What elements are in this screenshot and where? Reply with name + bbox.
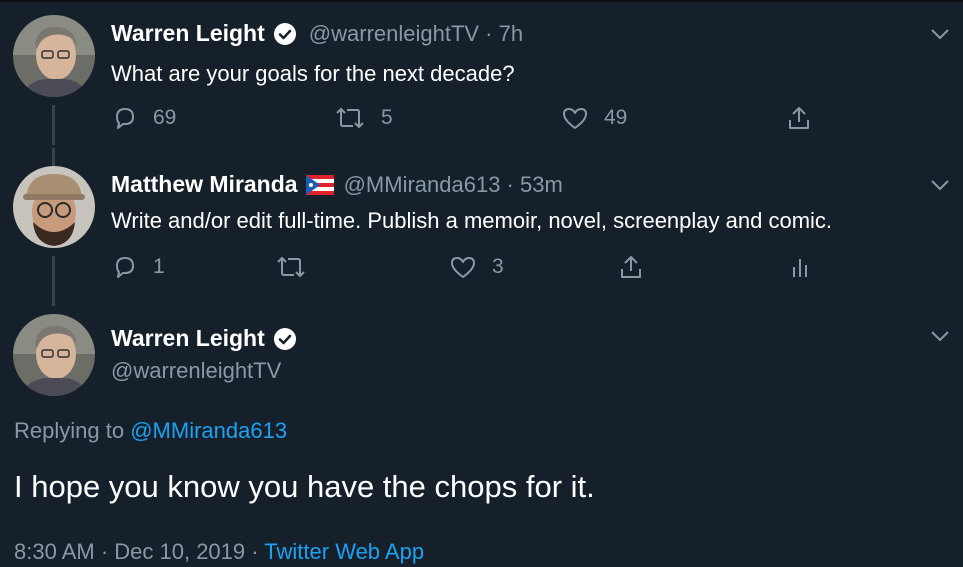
focus-header: Warren Leight xyxy=(111,325,297,352)
thread-line xyxy=(52,105,55,145)
timestamp[interactable]: 8:30 AM · Dec 10, 2019 · xyxy=(14,539,264,564)
share-icon[interactable] xyxy=(617,253,645,281)
reply-button[interactable]: 1 xyxy=(111,253,165,281)
like-count: 3 xyxy=(492,255,504,278)
tweet-meta: 8:30 AM · Dec 10, 2019 · Twitter Web App xyxy=(14,539,424,565)
thread-line xyxy=(52,148,55,166)
author-name[interactable]: Matthew Miranda xyxy=(111,171,298,198)
chevron-down-icon[interactable] xyxy=(929,26,951,42)
top-border xyxy=(0,0,963,2)
author-name[interactable]: Warren Leight xyxy=(111,20,265,47)
heart-icon xyxy=(448,253,478,281)
verified-badge-icon xyxy=(273,22,297,46)
retweet-count: 5 xyxy=(381,106,393,129)
replying-to: Replying to @MMiranda613 xyxy=(14,418,287,444)
reply-icon xyxy=(111,104,139,132)
tweet-text: Write and/or edit full-time. Publish a m… xyxy=(111,208,833,233)
matthew-avatar[interactable] xyxy=(13,166,95,248)
like-button[interactable]: 3 xyxy=(448,253,504,281)
retweet-icon xyxy=(274,253,308,281)
author-name[interactable]: Warren Leight xyxy=(111,325,265,352)
verified-badge-icon xyxy=(273,327,297,351)
focus-tweet-text: I hope you know you have the chops for i… xyxy=(14,469,595,504)
puerto-rico-flag-icon xyxy=(305,174,334,195)
source-link[interactable]: Twitter Web App xyxy=(264,539,424,564)
like-count: 49 xyxy=(604,106,628,129)
like-button[interactable]: 49 xyxy=(560,104,627,132)
tweet-text: What are your goals for the next decade? xyxy=(111,61,515,86)
warren-avatar[interactable] xyxy=(13,15,95,97)
author-handle[interactable]: @warrenleightTV xyxy=(111,358,281,384)
chevron-down-icon[interactable] xyxy=(929,177,951,193)
replying-to-link[interactable]: @MMiranda613 xyxy=(130,418,287,443)
reply-count: 1 xyxy=(153,255,165,278)
reply-button[interactable]: 69 xyxy=(111,104,176,132)
chevron-down-icon[interactable] xyxy=(929,328,951,344)
tweet-2-header: Matthew Miranda @MMiranda613 · 53m xyxy=(111,171,563,198)
analytics-icon[interactable] xyxy=(786,253,814,281)
thread-line xyxy=(52,256,55,306)
author-handle-time[interactable]: @MMiranda613 · 53m xyxy=(344,172,563,198)
tweet-1-header: Warren Leight @warrenleightTV · 7h xyxy=(111,20,523,47)
share-icon[interactable] xyxy=(785,104,813,132)
reply-icon xyxy=(111,253,139,281)
reply-count: 69 xyxy=(153,106,177,129)
author-handle-time[interactable]: @warrenleightTV · 7h xyxy=(309,21,523,47)
retweet-button[interactable] xyxy=(274,253,322,281)
retweet-icon xyxy=(333,104,367,132)
replying-prefix: Replying to xyxy=(14,418,125,443)
retweet-button[interactable]: 5 xyxy=(333,104,393,132)
warren-avatar[interactable] xyxy=(13,314,95,396)
heart-icon xyxy=(560,104,590,132)
